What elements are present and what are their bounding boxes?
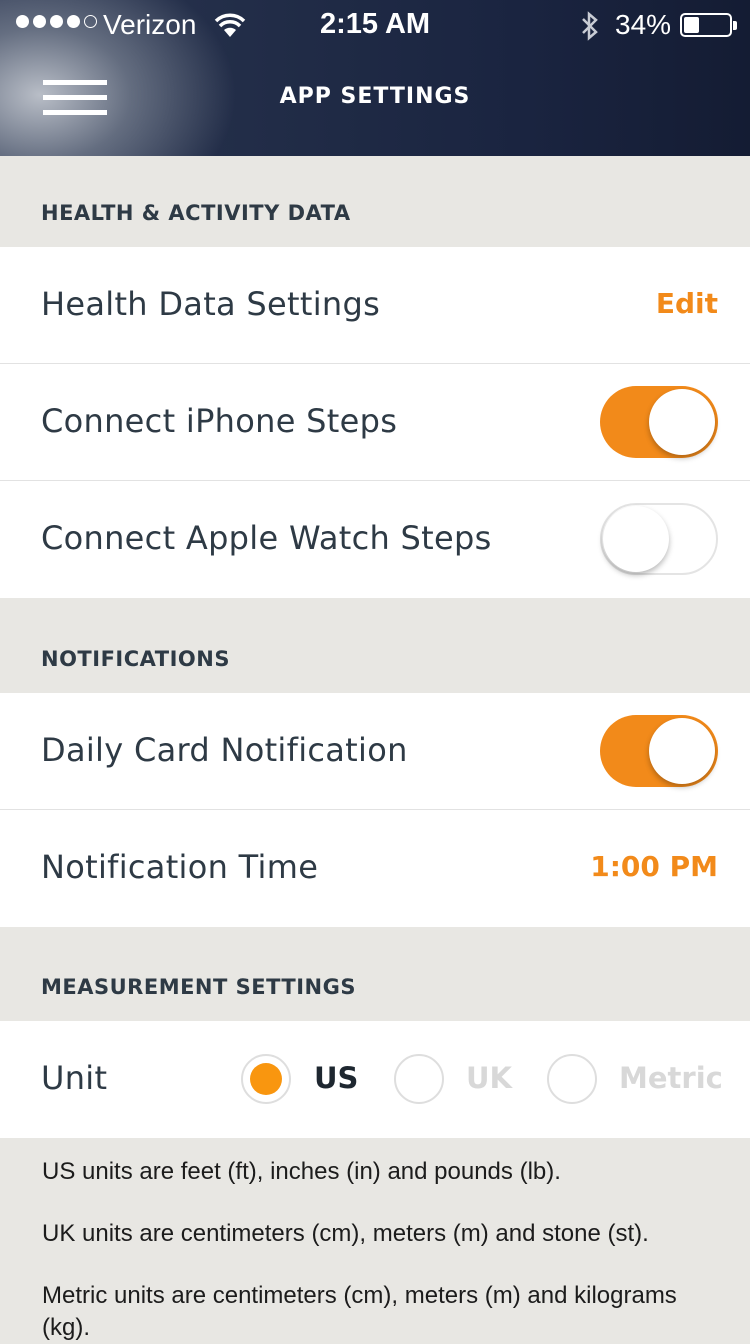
section-title-measurement: MEASUREMENT SETTINGS — [41, 975, 356, 999]
unit-option-metric-label[interactable]: Metric — [619, 1061, 723, 1095]
connect-iphone-steps-row: Connect iPhone Steps — [0, 364, 750, 481]
status-bar: Verizon 2:15 AM 34% — [0, 0, 750, 50]
battery-icon — [680, 13, 732, 37]
connect-iphone-steps-label: Connect iPhone Steps — [41, 402, 398, 440]
unit-row: Unit US UK Metric — [0, 1021, 750, 1138]
page-title: APP SETTINGS — [279, 84, 471, 109]
toggle-knob — [603, 506, 669, 572]
connect-apple-watch-steps-label: Connect Apple Watch Steps — [41, 519, 492, 557]
toggle-knob — [649, 718, 715, 784]
battery-tip — [733, 21, 737, 30]
unit-radio-us[interactable] — [241, 1054, 291, 1104]
section-title-health: HEALTH & ACTIVITY DATA — [41, 201, 351, 225]
daily-card-notification-label: Daily Card Notification — [41, 731, 408, 769]
unit-info-uk: UK units are centimeters (cm), meters (m… — [42, 1220, 649, 1247]
section-title-notifications: NOTIFICATIONS — [41, 647, 230, 671]
unit-label: Unit — [41, 1059, 108, 1097]
bluetooth-icon — [582, 11, 598, 41]
battery-percent: 34% — [615, 9, 672, 40]
section-header-notifications: NOTIFICATIONS — [0, 598, 750, 693]
unit-info-metric: Metric units are centimeters (cm), meter… — [42, 1282, 677, 1341]
section-header-health: HEALTH & ACTIVITY DATA — [0, 156, 750, 247]
unit-radio-metric[interactable] — [547, 1054, 597, 1104]
app-header: Verizon 2:15 AM 34% APP SETTINGS — [0, 0, 750, 156]
notification-time-label: Notification Time — [41, 848, 319, 886]
section-header-measurement: MEASUREMENT SETTINGS — [0, 927, 750, 1021]
notification-time-row[interactable]: Notification Time 1:00 PM — [0, 810, 750, 927]
unit-option-uk-label[interactable]: UK — [466, 1061, 512, 1095]
unit-option-us-label[interactable]: US — [314, 1061, 358, 1095]
unit-info-us: US units are feet (ft), inches (in) and … — [42, 1158, 561, 1185]
connect-apple-watch-steps-row: Connect Apple Watch Steps — [0, 481, 750, 598]
connect-apple-watch-steps-toggle[interactable] — [600, 503, 718, 575]
connect-iphone-steps-toggle[interactable] — [600, 386, 718, 458]
daily-card-notification-row: Daily Card Notification — [0, 693, 750, 810]
toggle-knob — [649, 389, 715, 455]
health-data-settings-label: Health Data Settings — [41, 285, 381, 323]
notification-time-value[interactable]: 1:00 PM — [590, 850, 718, 883]
health-data-edit-button[interactable]: Edit — [656, 287, 718, 320]
unit-radio-uk[interactable] — [394, 1054, 444, 1104]
health-data-settings-row[interactable]: Health Data Settings Edit — [0, 247, 750, 364]
daily-card-notification-toggle[interactable] — [600, 715, 718, 787]
